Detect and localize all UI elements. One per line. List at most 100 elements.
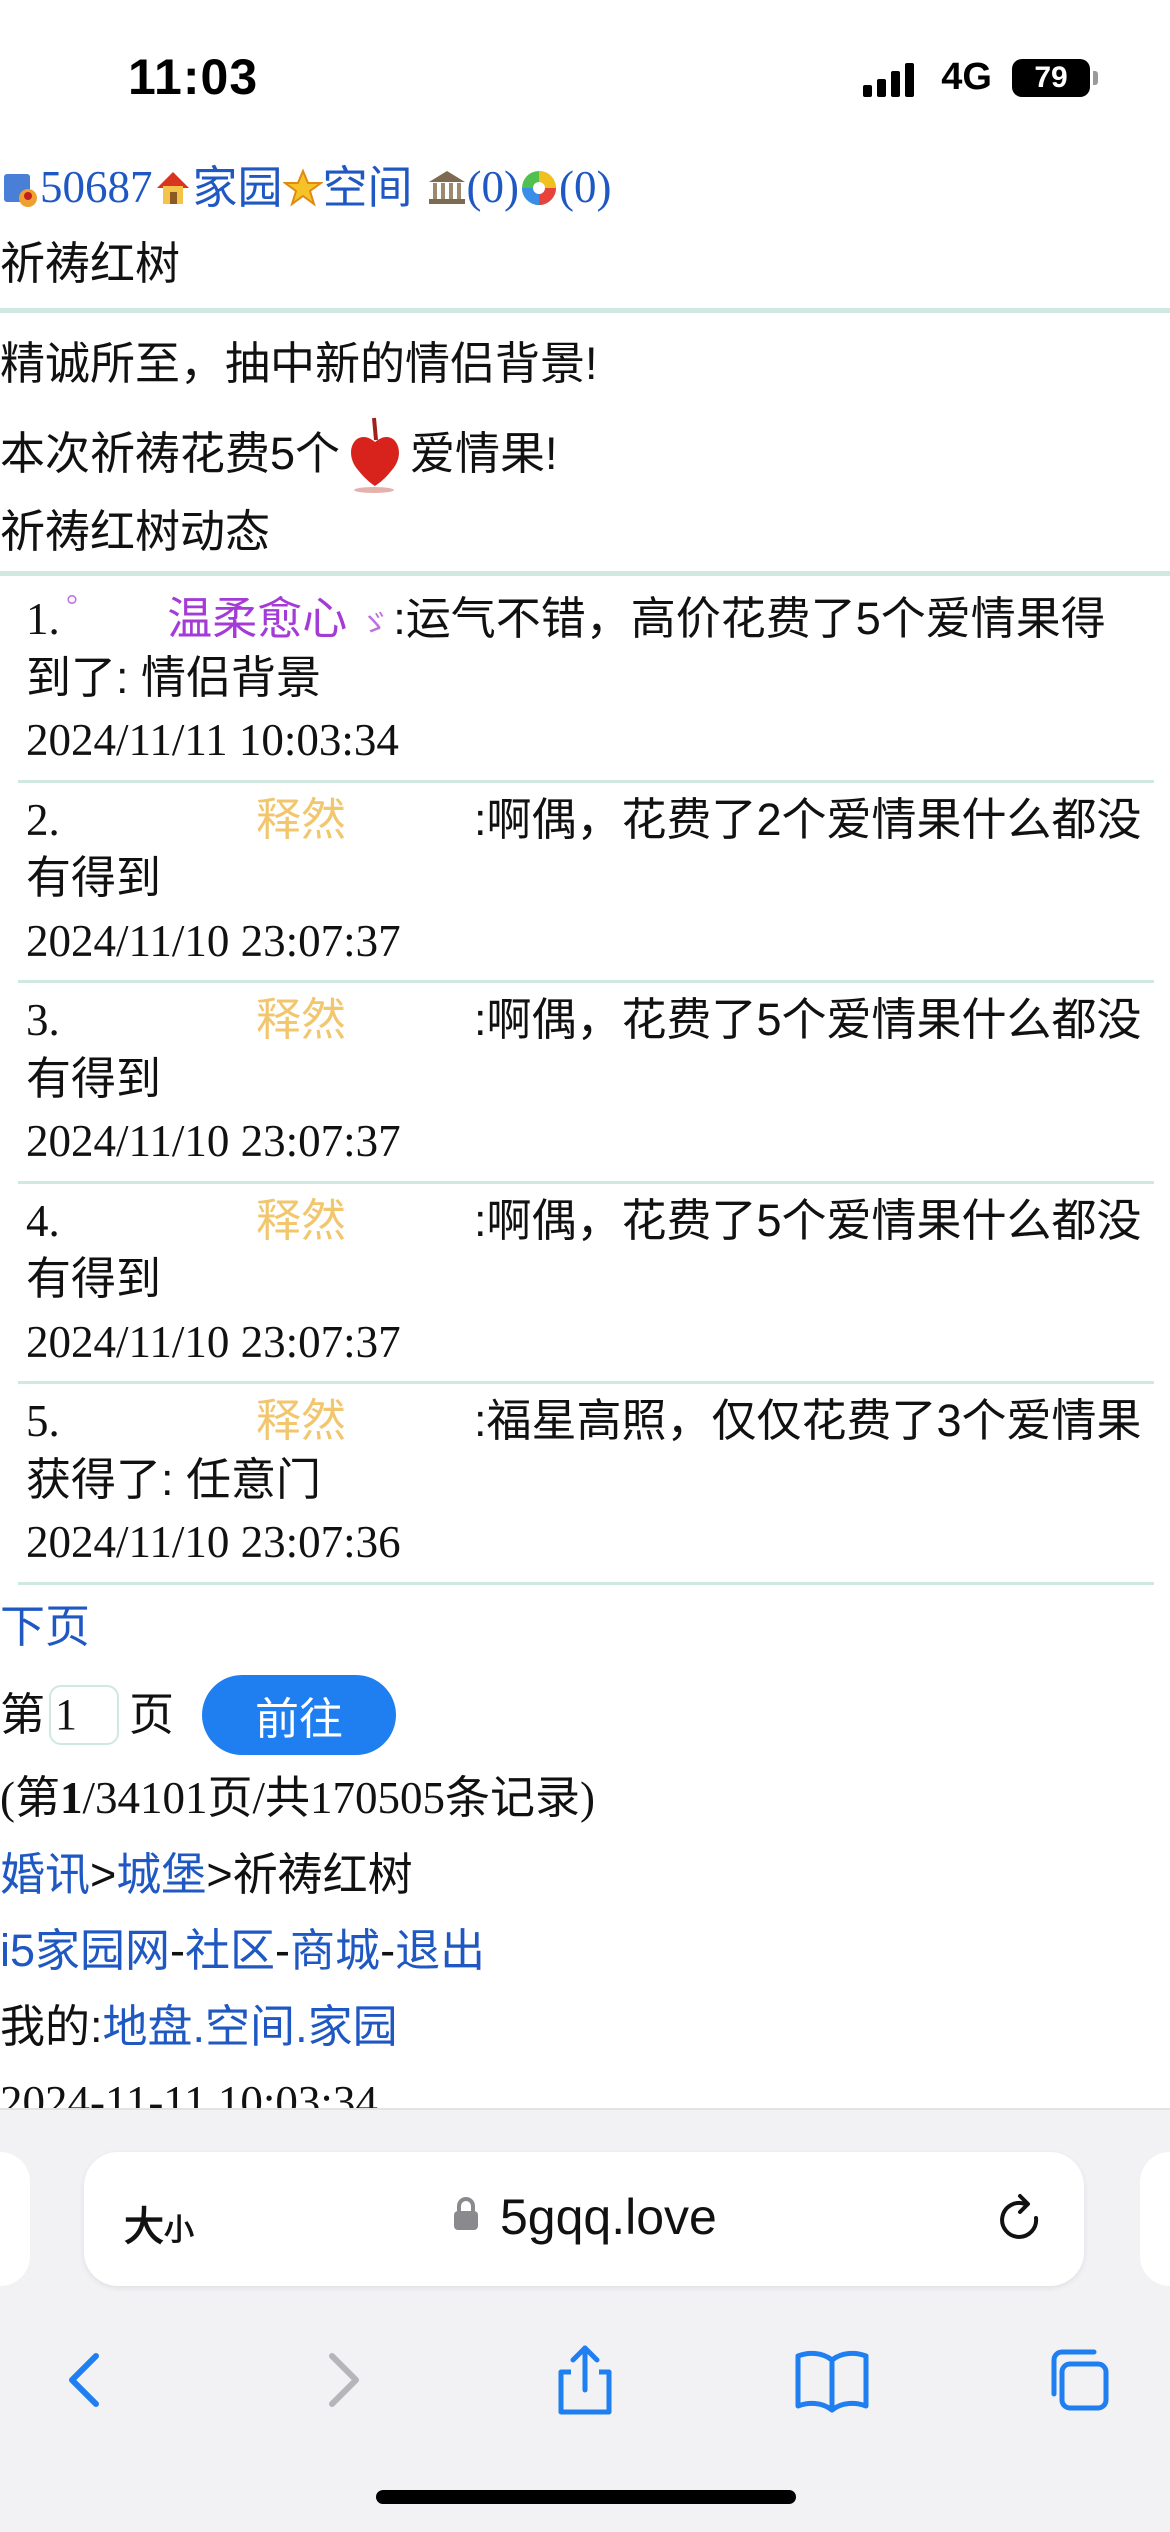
home-link[interactable]: 家园 [193, 153, 283, 223]
result-message: 精诚所至，抽中新的情侣背景! [0, 338, 598, 390]
love-fruit-icon [351, 417, 400, 493]
star-icon [282, 168, 323, 207]
page-summary: (第 1/34101页/共170505条记录) [0, 1761, 1170, 1837]
status-indicators: 4G 79 [863, 56, 1098, 99]
lock-icon [454, 2197, 478, 2230]
go-button[interactable]: 前往 [202, 1674, 397, 1755]
previous-tab-peek[interactable] [0, 2152, 30, 2286]
item-time: 2024/11/10 23:07:37 [26, 1316, 401, 1367]
summary-current: 1 [60, 1772, 83, 1823]
my-land-link[interactable]: 地盘 [103, 1992, 193, 2062]
page-suffix: 页 [129, 1688, 175, 1740]
page-prefix: 第 [0, 1688, 46, 1740]
bank-count-link[interactable]: (0) [467, 153, 519, 223]
dot-separator: . [192, 2000, 206, 2052]
site-home-link[interactable]: i5家园网 [0, 1916, 170, 1986]
footer-separator: - [170, 1924, 186, 1976]
bookmarks-icon[interactable] [792, 2340, 872, 2420]
home-indicator[interactable] [376, 2490, 796, 2504]
item-text: :福星高照，仅仅花费了3个爱情果获得了: 任意门 [26, 1395, 1142, 1505]
breadcrumb-link-castle[interactable]: 城堡 [116, 1840, 206, 1910]
size-small-label: 小 [164, 2214, 194, 2247]
network-label: 4G [941, 56, 992, 98]
space-link[interactable]: 空间 [323, 153, 413, 223]
wheel-icon [522, 171, 557, 205]
prayer-feed: 1. ° 温柔愈心 ゞ:运气不错，高价花费了5个爱情果得到了: 情侣背景 2024/… [18, 582, 1154, 1585]
my-label: 我的: [0, 2000, 103, 2052]
community-link[interactable]: 社区 [185, 1916, 275, 1986]
browser-toolbar [0, 2310, 1170, 2440]
house-icon [156, 172, 189, 204]
item-text: :啊偶，花费了5个爱情果什么都没有得到 [26, 1194, 1142, 1305]
cost-prefix: 本次祈祷花费5个 [0, 428, 341, 480]
user-id-link[interactable]: 50687 [40, 153, 153, 223]
next-page-row: 下页 [0, 1585, 1170, 1669]
my-home-link[interactable]: 家园 [308, 1992, 398, 2062]
item-time: 2024/11/10 23:07:37 [26, 1116, 401, 1166]
item-time: 2024/11/11 10:03:34 [26, 715, 399, 765]
back-icon[interactable] [48, 2340, 128, 2420]
list-item: 1. ° 温柔愈心 ゞ:运气不错，高价花费了5个爱情果得到了: 情侣背景 2024/… [18, 582, 1154, 783]
browser-chrome: 大小 5gqq.love [0, 2108, 1170, 2532]
page-size-button[interactable]: 大小 [124, 2194, 194, 2252]
item-number: 4. [26, 1195, 60, 1246]
deco-mark: ° [66, 589, 78, 622]
list-item: 5. 释然:福星高照，仅仅花费了3个爱情果获得了: 任意门 2024/11/10 … [18, 1384, 1154, 1585]
tabs-icon[interactable] [1040, 2340, 1120, 2420]
breadcrumb-current: 祈祷红树 [232, 1848, 413, 1900]
my-links: 我的: 地盘 . 空间 . 家园 [0, 1989, 1170, 2065]
bank-icon [428, 171, 465, 204]
mall-link[interactable]: 商城 [290, 1916, 380, 1986]
user-name-link[interactable]: 释然 [256, 1392, 474, 1451]
item-text: :啊偶，花费了5个爱情果什么都没有得到 [26, 994, 1142, 1104]
item-time: 2024/11/10 23:07:36 [26, 1517, 401, 1567]
share-icon[interactable] [545, 2340, 625, 2420]
status-time: 11:03 [128, 49, 259, 105]
top-nav: 50687 家园 空间 (0) (0) [0, 150, 1170, 226]
cost-suffix: 爱情果! [410, 428, 558, 480]
deco-mark: ゞ [359, 608, 390, 641]
address-bar[interactable]: 大小 5gqq.love [84, 2152, 1084, 2286]
logout-link[interactable]: 退出 [395, 1916, 485, 1986]
item-number: 2. [26, 794, 60, 845]
item-number: 3. [26, 995, 60, 1045]
user-name-link[interactable]: 释然 [256, 1192, 474, 1251]
dot-separator: . [295, 2000, 308, 2052]
item-time: 2024/11/10 23:07:37 [26, 915, 401, 966]
list-item: 2. 释然:啊偶，花费了2个爱情果什么都没有得到 2024/11/10 23:07… [18, 783, 1154, 983]
divider [0, 308, 1170, 313]
item-text: :啊偶，花费了2个爱情果什么都没有得到 [26, 793, 1142, 904]
status-bar: 11:03 4G 79 [0, 0, 1170, 150]
reload-icon[interactable] [992, 2192, 1048, 2248]
divider [0, 571, 1170, 576]
footer-separator: - [380, 1924, 396, 1976]
breadcrumb-separator: > [90, 1848, 117, 1900]
user-name-link[interactable]: 释然 [256, 991, 474, 1050]
breadcrumb: 婚讯 > 城堡 > 祈祷红树 [0, 1837, 1170, 1913]
forward-icon[interactable] [300, 2340, 380, 2420]
list-item: 3. 释然:啊偶，花费了5个爱情果什么都没有得到 2024/11/10 23:07… [18, 983, 1154, 1184]
footer-links: i5家园网 - 社区 - 商城 - 退出 [0, 1913, 1170, 1989]
page-title: 祈祷红树 [0, 238, 181, 290]
summary-rest: /34101页/共170505条记录) [82, 1772, 596, 1823]
page-number-input[interactable] [49, 1684, 120, 1745]
breadcrumb-link-news[interactable]: 婚讯 [0, 1840, 90, 1910]
wheel-count-link[interactable]: (0) [559, 153, 611, 223]
footer-separator: - [275, 1924, 291, 1976]
page-jump: 第 页 前往 [0, 1669, 1170, 1761]
summary-open: (第 [0, 1772, 60, 1823]
next-page-link[interactable]: 下页 [0, 1592, 90, 1662]
size-big-label: 大 [124, 2205, 164, 2249]
user-name-link[interactable]: 释然 [256, 791, 474, 850]
user-icon [4, 174, 37, 207]
list-item: 4. 释然:啊偶，花费了5个爱情果什么都没有得到 2024/11/10 23:07… [18, 1184, 1154, 1384]
item-number: 1. [26, 594, 60, 644]
breadcrumb-separator: > [206, 1848, 233, 1900]
next-tab-peek[interactable] [1140, 2152, 1170, 2286]
signal-icon [863, 59, 921, 97]
my-space-link[interactable]: 空间 [205, 1992, 295, 2062]
item-number: 5. [26, 1396, 60, 1446]
user-name-link[interactable]: 温柔愈心 [167, 590, 367, 649]
result-cost: 本次祈祷花费5个 爱情果! [0, 409, 1170, 499]
page-content: 50687 家园 空间 (0) (0) 祈祷红树 精诚所至，抽中新的情侣背景! … [0, 150, 1170, 2141]
